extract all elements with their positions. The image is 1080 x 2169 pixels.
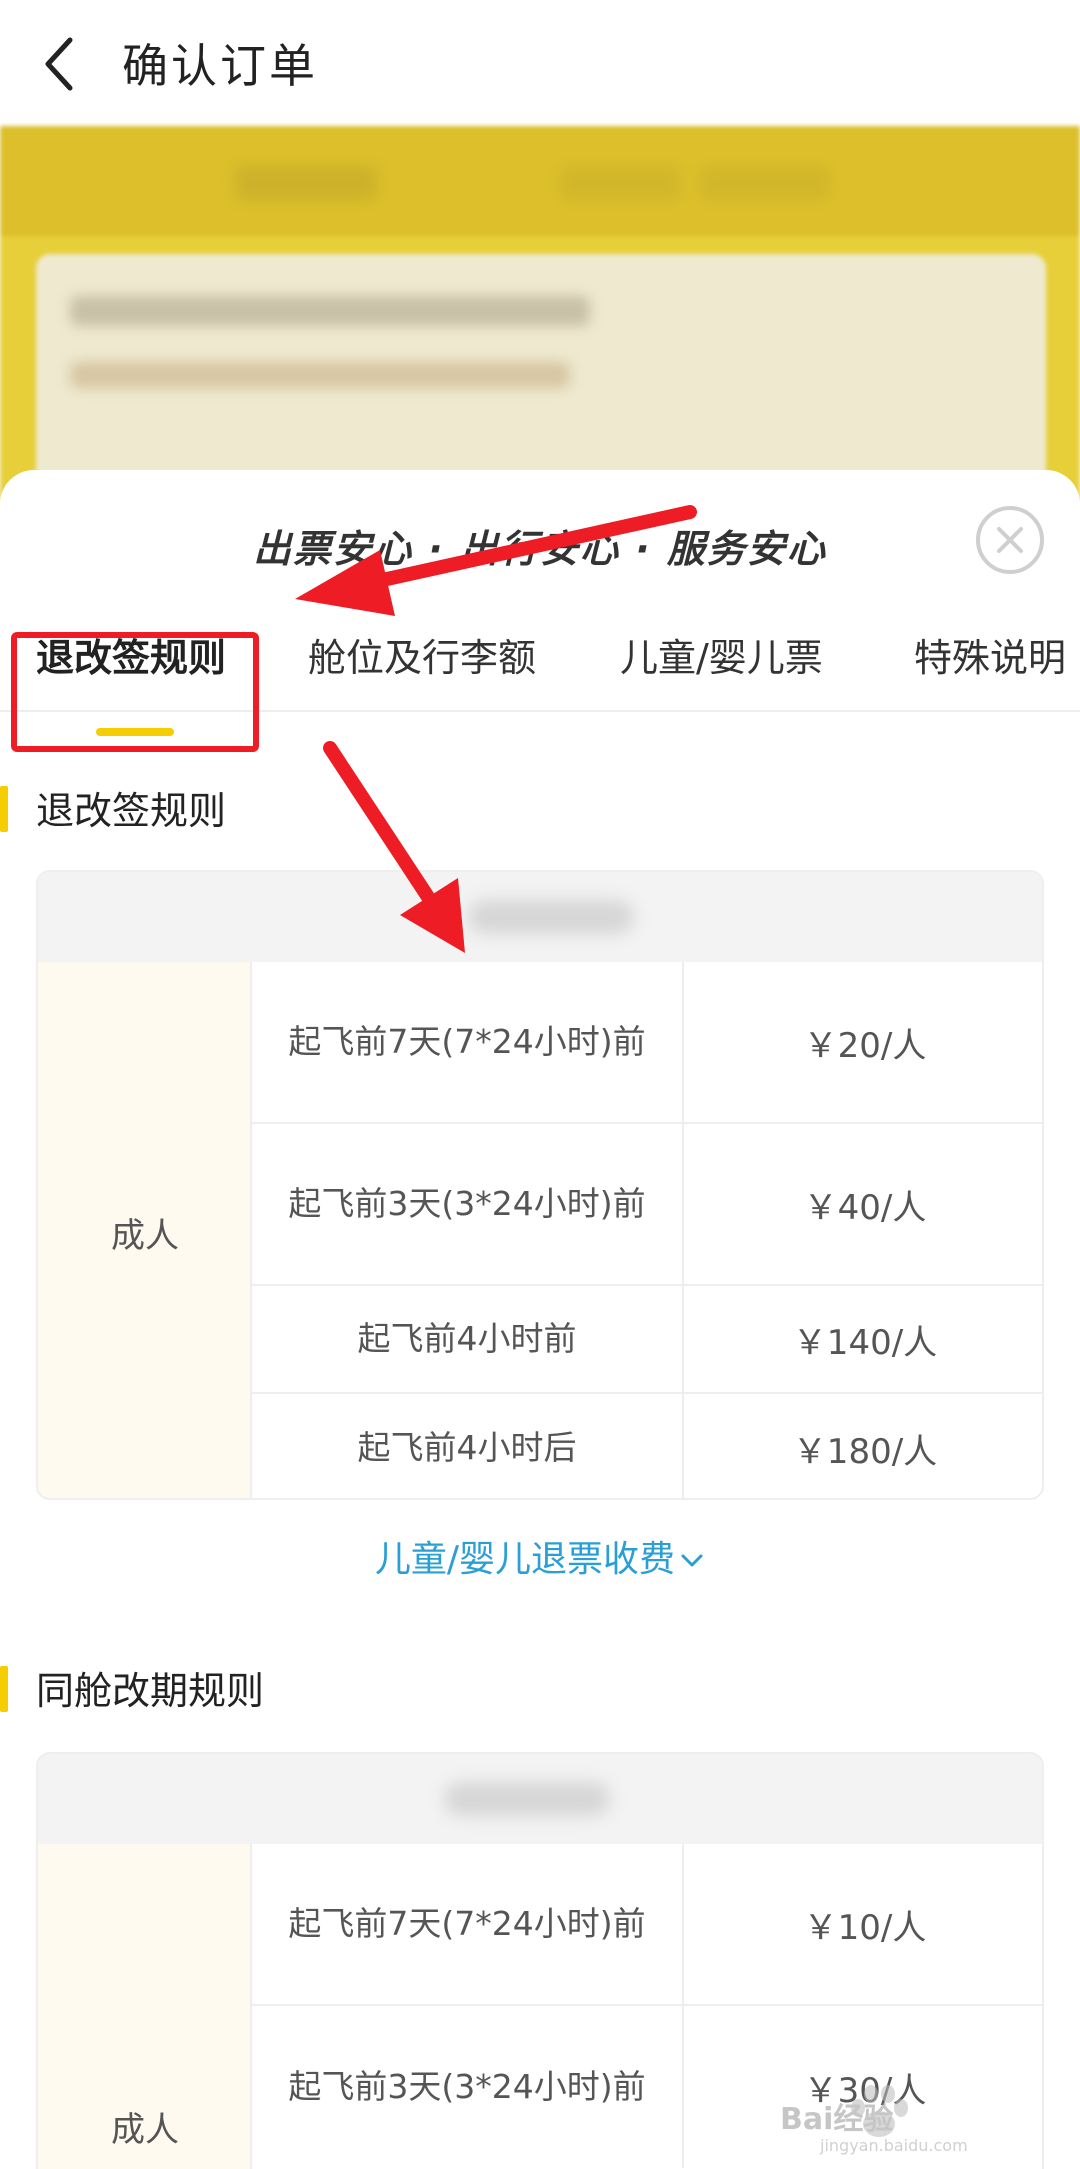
top-nav-bar: 确认订单	[0, 0, 1080, 126]
tab-special-notes[interactable]: 特殊说明	[914, 620, 1066, 710]
blurred-banner	[0, 126, 1080, 236]
table-row: 起飞前7天(7*24小时)前 ￥10/人	[252, 1844, 1042, 2006]
fee-cell: ￥10/人	[803, 1907, 927, 1948]
table-header	[38, 872, 1042, 962]
fee-cell: ￥40/人	[803, 1187, 927, 1228]
table-row: 起飞前7天(7*24小时)前 ￥20/人	[252, 962, 1042, 1124]
section-marker	[0, 786, 8, 832]
table-row: 起飞前4小时后 ￥180/人	[252, 1394, 1042, 1498]
passenger-type-label: 成人	[111, 2110, 179, 2150]
tab-cabin-baggage[interactable]: 舱位及行李额	[308, 620, 536, 710]
watermark-url: jingyan.baidu.com	[820, 2136, 968, 2155]
table-header	[38, 1754, 1042, 1844]
table-row: 起飞前4小时前 ￥140/人	[252, 1286, 1042, 1394]
passenger-type-label: 成人	[111, 1216, 179, 1256]
condition-cell: 起飞前4小时后	[252, 1394, 684, 1498]
fee-cell: ￥20/人	[803, 1025, 927, 1066]
blurred-text	[70, 296, 590, 326]
section-title-refund: 退改签规则	[36, 789, 227, 833]
passenger-type-cell: 成人	[38, 962, 252, 1498]
table-row: 起飞前3天(3*24小时)前 ￥40/人	[252, 1124, 1042, 1286]
close-button[interactable]	[976, 506, 1044, 574]
page-title: 确认订单	[122, 39, 318, 93]
blurred-tab	[236, 166, 376, 200]
blurred-order-background	[0, 126, 1080, 514]
blurred-text	[70, 362, 570, 388]
condition-cell: 起飞前7天(7*24小时)前	[252, 1844, 684, 2004]
section-title-change: 同舱改期规则	[36, 1669, 265, 1713]
passenger-type-cell: 成人	[38, 1844, 252, 2169]
blurred-header-text	[468, 900, 634, 934]
child-infant-refund-fee-link[interactable]: 儿童/婴儿退票收费	[0, 1530, 1080, 1582]
blurred-tab	[700, 166, 830, 200]
blurred-header-text	[444, 1782, 610, 1816]
condition-cell: 起飞前4小时前	[252, 1286, 684, 1392]
fee-cell: ￥140/人	[792, 1322, 938, 1363]
watermark-brand: Bai经验	[780, 2102, 894, 2137]
tab-child-infant-ticket[interactable]: 儿童/婴儿票	[620, 620, 823, 710]
section-marker	[0, 1666, 8, 1712]
condition-cell: 起飞前7天(7*24小时)前	[252, 962, 684, 1122]
annotation-highlight-box	[11, 632, 259, 752]
chevron-down-icon	[681, 1554, 703, 1567]
back-arrow-icon[interactable]	[40, 34, 80, 94]
child-fee-label: 儿童/婴儿退票收费	[374, 1539, 676, 1580]
condition-cell: 起飞前3天(3*24小时)前	[252, 1124, 684, 1284]
fee-cell: ￥180/人	[792, 1431, 938, 1472]
close-icon	[997, 527, 1023, 553]
condition-cell: 起飞前3天(3*24小时)前	[252, 2006, 684, 2168]
blurred-tab	[560, 166, 680, 200]
watermark: Bai经验 jingyan.baidu.com	[780, 2080, 1060, 2160]
refund-rules-table: 成人 起飞前7天(7*24小时)前 ￥20/人 起飞前3天(3*24小时)前 ￥…	[36, 870, 1044, 1500]
service-slogan: 出票安心 · 出行安心 · 服务安心	[253, 527, 827, 571]
